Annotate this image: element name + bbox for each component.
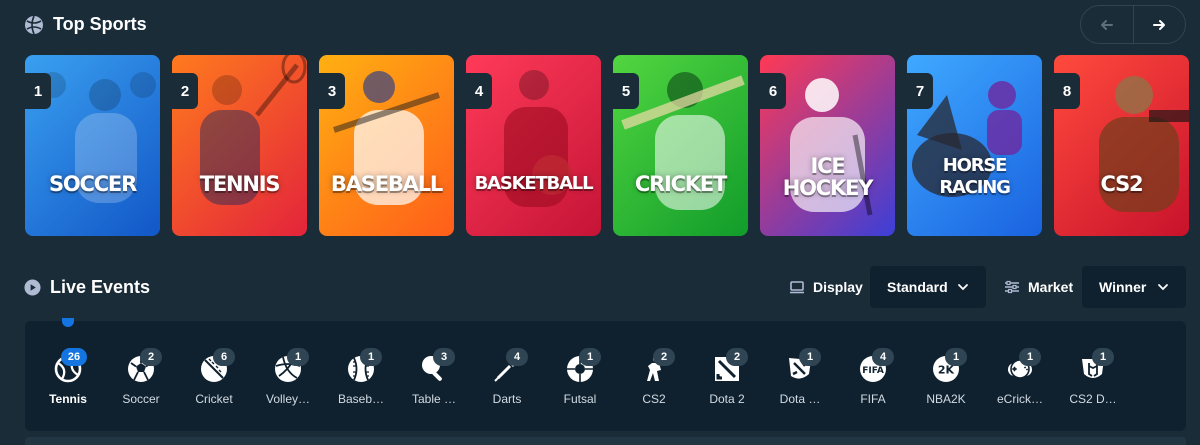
sport-card-name: TENNIS [199,172,281,196]
top-sports-title: Top Sports [53,14,147,34]
live-count-badge: 1 [287,348,309,366]
live-count-badge: 1 [579,348,601,366]
sport-card-rank: 8 [1054,73,1080,109]
sport-card-name: SOCCER [48,172,137,196]
live-count-badge: 4 [872,348,894,366]
live-sport-label: Soccer [122,392,160,406]
live-count-badge: 6 [213,348,235,366]
live-sport-darts[interactable]: 4 Darts [476,334,538,414]
chevron-down-icon [1158,284,1168,291]
live-sport-cs2-duels[interactable]: 1 CS2 D… [1062,334,1124,414]
sport-card-name: BASEBALL [330,172,443,196]
sport-card-horse-racing[interactable]: 7 HORSE RACING [907,55,1042,236]
sport-card-name: CRICKET [634,172,728,196]
market-select[interactable]: Winner [1082,266,1186,308]
live-sport-label: eCrick… [996,392,1043,406]
live-count-badge: 1 [945,348,967,366]
carousel-next-button[interactable] [1132,6,1186,43]
sport-card-rank: 5 [613,73,639,109]
live-count-badge: 2 [140,348,162,366]
sport-card-rank: 4 [466,73,492,109]
sport-card-name: ICE HOCKEY [782,154,874,200]
live-count-badge: 3 [433,348,455,366]
live-sport-baseball[interactable]: 1 Baseb… [330,334,392,414]
display-select[interactable]: Standard [870,266,986,308]
carousel-prev-button[interactable] [1081,6,1133,43]
live-sport-label: FIFA [860,392,886,406]
live-count-badge: 1 [799,348,821,366]
live-sport-label: Cricket [195,392,233,406]
live-sport-label: Table … [411,392,457,406]
live-events-title: Live Events [50,277,151,297]
sport-card-tennis[interactable]: 2 TENNIS [172,55,307,236]
svg-text:FIFA: FIFA [862,366,884,376]
display-label: Display [789,279,863,295]
live-sport-futsal[interactable]: 1 Futsal [549,334,611,414]
live-sport-label: CS2 D… [1069,392,1117,406]
sliders-icon [1005,280,1019,294]
live-sport-label: Baseb… [337,392,385,406]
live-sport-cricket-ball[interactable]: 6 Cricket [183,334,245,414]
sport-card-name: HORSE RACING [939,155,1011,198]
sport-card-rank: 7 [907,73,933,109]
live-sport-cs2[interactable]: 2 CS2 [623,334,685,414]
live-sport-soccer-ball[interactable]: 2 Soccer [110,334,172,414]
live-count-badge: 1 [1092,348,1114,366]
arrow-right-icon [1153,19,1166,30]
sport-card-name: BASKETBALL [474,173,594,194]
live-count-badge: 1 [1019,348,1041,366]
live-sport-dota2[interactable]: 2 Dota 2 [696,334,758,414]
live-sport-dota-shield[interactable]: 1 Dota … [769,334,831,414]
live-sport-label: Dota … [779,392,821,406]
live-count-badge: 26 [61,348,87,366]
sport-card-rank: 6 [760,73,786,109]
display-select-value: Standard [887,279,948,295]
display-label-text: Display [813,279,863,295]
top-sports-carousel: 1 SOCCER 2 TENNIS 3 BASEBALL 4 BASKETBALL 5 CRICK… [25,55,1189,236]
live-sport-fifa[interactable]: FIFA 4 FIFA [842,334,904,414]
sport-card-ice-hockey[interactable]: 6 ICE HOCKEY [760,55,895,236]
sport-card-cs2[interactable]: 8 CS2 [1054,55,1189,236]
live-count-badge: 2 [653,348,675,366]
market-label-text: Market [1028,279,1074,295]
live-count-badge: 1 [360,348,382,366]
sports-ball-icon [25,15,43,34]
live-sport-label: NBA2K [926,392,966,406]
live-sport-volleyball[interactable]: 1 Volley… [257,334,319,414]
sport-card-rank: 3 [319,73,345,109]
live-sport-label: Futsal [563,392,597,406]
live-sport-table-tennis[interactable]: 3 Table … [403,334,465,414]
sport-card-baseball[interactable]: 3 BASEBALL [319,55,454,236]
sport-card-basketball[interactable]: 4 BASKETBALL [466,55,601,236]
market-select-value: Winner [1099,279,1147,295]
live-sport-label: Tennis [49,392,87,406]
sport-card-soccer[interactable]: 1 SOCCER [25,55,160,236]
live-count-badge: 4 [506,348,528,366]
live-sport-label: CS2 [642,392,666,406]
monitor-icon [790,281,804,294]
top-sports-header: Top Sports [24,14,147,35]
sport-card-name: CS2 [1100,172,1144,196]
live-sport-nba2k[interactable]: 2K 1 NBA2K [915,334,977,414]
arrow-left-icon [1100,19,1113,30]
live-sport-tennis-ball[interactable]: 26 Tennis [37,334,99,414]
live-sport-label: Dota 2 [709,392,745,406]
live-events-header: Live Events [24,277,150,298]
sport-card-cricket[interactable]: 5 CRICKET [613,55,748,236]
live-sport-label: Darts [492,392,522,406]
live-sport-label: Volley… [265,392,311,406]
live-sport-ecricket[interactable]: 1 eCrick… [989,334,1051,414]
carousel-nav [1080,5,1186,44]
play-circle-icon [24,279,41,296]
chevron-down-icon [958,284,968,291]
live-count-badge: 2 [726,348,748,366]
sport-card-rank: 2 [172,73,198,109]
event-list-edge [25,437,1186,445]
market-label: Market [1004,279,1073,295]
sport-card-rank: 1 [25,73,51,109]
